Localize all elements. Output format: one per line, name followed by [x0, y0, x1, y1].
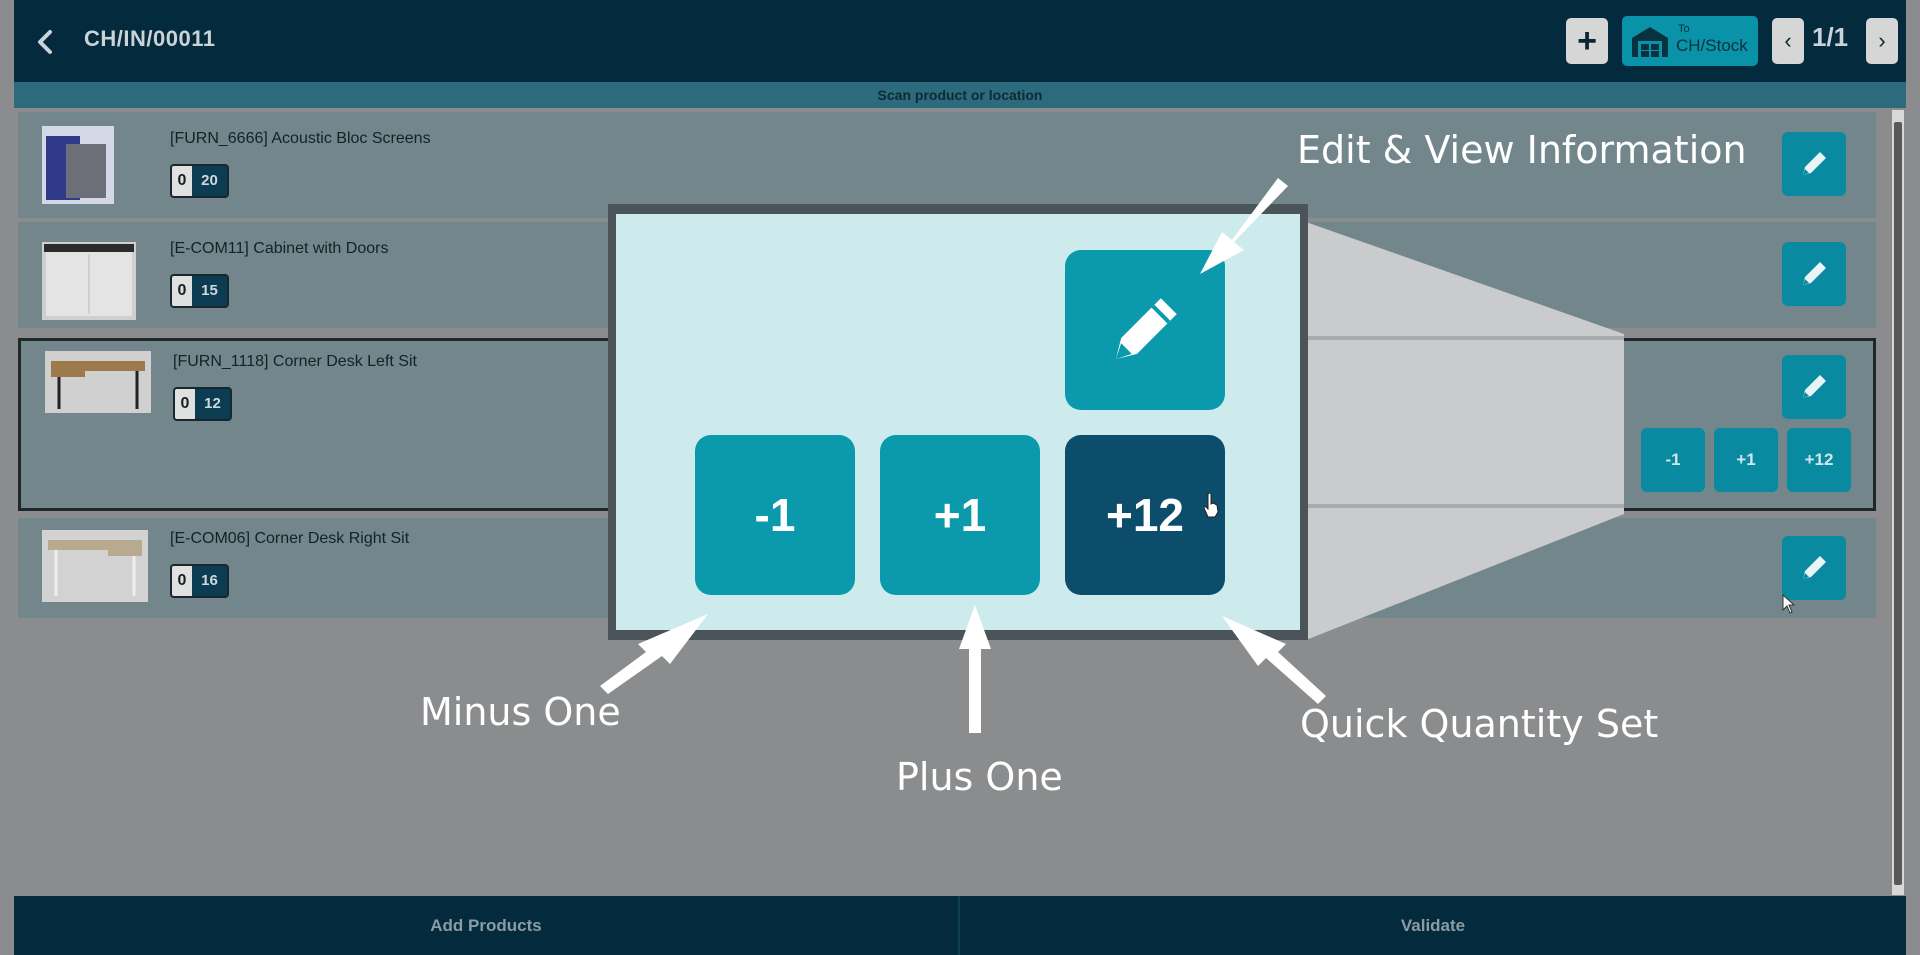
edit-button[interactable]	[1782, 355, 1846, 419]
add-products-button[interactable]: Add Products	[14, 896, 958, 955]
validate-button[interactable]: Validate	[960, 896, 1906, 955]
previous-button[interactable]: ‹	[1772, 18, 1804, 64]
zoom-plus-one-button: +1	[880, 435, 1040, 595]
arrow-quick-icon	[1222, 616, 1326, 704]
quantity-badge: 0 20	[170, 164, 229, 198]
product-name: [FURN_1118] Corner Desk Left Sit	[173, 353, 417, 370]
plus-icon: +	[1577, 21, 1597, 60]
quantity-badge: 0 12	[173, 387, 232, 421]
zoom-quick-set-button: +12	[1065, 435, 1225, 595]
pencil-icon	[1803, 152, 1826, 175]
quantity-done: 0	[177, 172, 187, 189]
quantity-total: 20	[192, 166, 227, 196]
scan-hint: Scan product or location	[14, 82, 1906, 108]
pencil-icon	[1803, 375, 1826, 398]
destination-button[interactable]: To CH/Stock	[1622, 16, 1758, 66]
product-image	[42, 530, 148, 602]
product-image	[45, 351, 151, 413]
quantity-total: 16	[192, 566, 227, 596]
destination-prefix: To	[1678, 23, 1690, 35]
quantity-badge: 0 16	[170, 564, 229, 598]
product-image	[42, 126, 114, 204]
back-arrow-icon[interactable]	[28, 24, 64, 60]
minus-one-button[interactable]: -1	[1641, 428, 1705, 492]
product-name: [E-COM11] Cabinet with Doors	[170, 240, 389, 257]
right-edge	[1906, 0, 1920, 955]
quantity-total: 12	[195, 389, 230, 419]
hand-cursor-icon	[1203, 492, 1219, 518]
add-button[interactable]: +	[1566, 18, 1608, 64]
scrollbar-thumb[interactable]	[1894, 122, 1902, 885]
edit-button[interactable]	[1782, 242, 1846, 306]
callout-edit: Edit & View Information	[1297, 128, 1747, 172]
callout-plus: Plus One	[896, 755, 1063, 799]
quantity-done: 0	[180, 395, 190, 412]
pencil-icon	[1803, 262, 1826, 285]
left-edge	[0, 0, 14, 955]
pencil-icon	[1803, 556, 1826, 579]
zoom-minus-one-button: -1	[695, 435, 855, 595]
arrow-minus-icon	[600, 614, 708, 694]
callout-quick: Quick Quantity Set	[1300, 702, 1659, 746]
arrow-plus-icon	[959, 605, 991, 733]
quantity-done: 0	[177, 572, 187, 589]
product-name: [FURN_6666] Acoustic Bloc Screens	[170, 130, 431, 147]
edit-button[interactable]	[1782, 536, 1846, 600]
destination-label: CH/Stock	[1676, 36, 1748, 55]
cursor-icon	[1782, 594, 1796, 614]
page-title: CH/IN/00011	[84, 26, 216, 51]
quantity-badge: 0 15	[170, 274, 229, 308]
pencil-icon	[1115, 298, 1177, 360]
product-image	[42, 242, 136, 320]
edit-button[interactable]	[1782, 132, 1846, 196]
next-button[interactable]: ›	[1866, 18, 1898, 64]
quantity-total: 15	[192, 276, 227, 306]
arrow-edit-icon	[1200, 178, 1288, 274]
product-name: [E-COM06] Corner Desk Right Sit	[170, 530, 410, 547]
chevron-right-icon: ›	[1878, 28, 1886, 53]
warehouse-icon	[1632, 27, 1668, 57]
footer-bar: Add Products Validate	[14, 896, 1906, 955]
quantity-done: 0	[177, 282, 187, 299]
chevron-left-icon: ‹	[1784, 28, 1792, 53]
callout-minus: Minus One	[420, 690, 621, 734]
zoom-beam	[1306, 222, 1624, 640]
plus-one-button[interactable]: +1	[1714, 428, 1778, 492]
quick-set-button[interactable]: +12	[1787, 428, 1851, 492]
pager: 1/1	[1812, 22, 1849, 52]
